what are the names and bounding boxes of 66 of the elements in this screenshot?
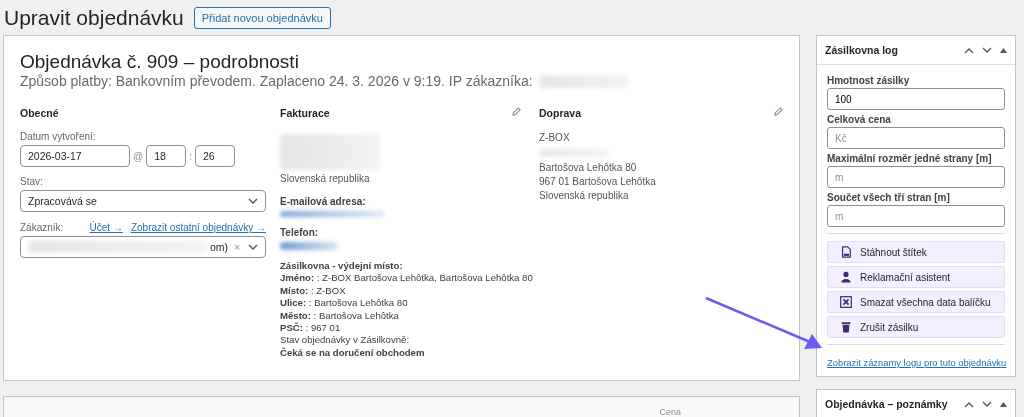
hour-field[interactable]: 18 [146,145,187,167]
input-field[interactable]: m [827,205,1005,227]
log-link[interactable]: Zobrazit záznamy logu pro tuto objednávku [827,357,1007,368]
action-button[interactable]: Smazat všechna data balíčku [827,291,1005,313]
pencil-icon[interactable] [512,107,521,116]
action-button[interactable]: Zrušit zásilku [827,316,1005,338]
customer-link[interactable]: Účet → [89,222,123,233]
pickup-heading: Čeká se na doručení obchodem [280,346,425,360]
shipping-address-line: Bartošova Lehôtka 80 [539,161,637,175]
date-field[interactable]: 2026-03-17 [20,145,130,167]
pickup-status-label: Stav objednávky v Zásilkovně: [280,334,410,347]
field-label: Celková cena [827,114,892,125]
chevron-down-icon[interactable] [982,400,992,408]
pickup-detail: Město: : Bartošova Lehôtka [280,309,399,322]
action-button[interactable]: Stáhnout štítek [827,241,1005,263]
trash-icon [840,321,852,333]
page-title: Upravit objednávku [4,6,184,30]
pickup-heading: Zásilkovna - výdejní místo: [280,260,403,273]
action-button[interactable]: Reklamační asistent [827,266,1005,288]
customer-link[interactable]: Zobrazit ostatní objednávky → [130,222,266,233]
pickup-detail: Jméno: : Z-BOX Bartošova Lehôtka, Bartošova Lehôtka 80 [280,272,533,285]
cross-box-icon [840,296,852,308]
shipping-address-line: Slovenská republika [539,189,629,203]
panel-title: Zásilkovna log [825,44,898,56]
input-field[interactable]: 100 [827,88,1005,110]
chevron-down-icon[interactable] [248,197,258,205]
field-label: Maximální rozměr jedné strany [m] [827,153,993,164]
pickup-detail: PSČ: : 967 01 [280,322,341,335]
pencil-icon[interactable] [774,107,783,116]
chevron-down-icon[interactable] [982,46,992,54]
input-field[interactable]: m [827,166,1005,188]
person-icon [840,271,852,283]
section-heading: Doprava [539,107,581,119]
triangle-up-icon[interactable] [1000,401,1007,407]
triangle-up-icon[interactable] [1000,47,1007,53]
at-sign: @ [133,150,144,162]
field-label: Hmotnost zásilky [827,75,911,86]
pickup-detail: Ulice: : Bartošova Lehôtka 80 [280,297,408,310]
pickup-detail: Místo: : Z-BOX [280,284,346,298]
panel-title: Objednávka – poznámky [825,398,948,410]
time-colon: : [189,150,192,162]
order-heading: Objednávka č. 909 – podrobnosti [20,51,300,73]
document-icon [840,246,852,258]
billing-country: Slovenská republika [280,172,370,186]
shipping-name: Z-BOX [539,131,570,145]
status-select[interactable]: Zpracovává se [20,190,266,212]
shipping-address-line: 967 01 Bartošova Lehôtka [539,175,656,189]
date-label: Datum vytvoření: [20,131,96,142]
customer-label: Zákazník: [20,222,64,233]
chevron-up-icon[interactable] [964,400,974,408]
field-label: Součet všech tří stran [m] [827,192,951,203]
minute-field[interactable]: 26 [194,145,235,167]
clear-icon[interactable]: × [234,241,240,253]
redacted-phone [280,242,338,250]
column-header: Cena [659,407,681,417]
email-label: E-mailová adresa: [280,196,366,207]
chevron-down-icon[interactable] [248,243,258,251]
phone-label: Telefon: [280,227,319,238]
status-label: Stav: [20,176,43,187]
section-heading: Fakturace [280,107,330,119]
section-heading: Obecné [20,107,59,119]
order-meta: Způsob platby: Bankovním převodem. Zaplaceno 24. 3. 2026 v 9:19. IP zákazníka: [20,73,533,89]
input-field[interactable]: Kč [827,127,1005,149]
chevron-up-icon[interactable] [964,46,974,54]
add-order-button[interactable]: Přidat novou objednávku [193,7,331,29]
customer-select[interactable]: om) × [20,236,266,258]
